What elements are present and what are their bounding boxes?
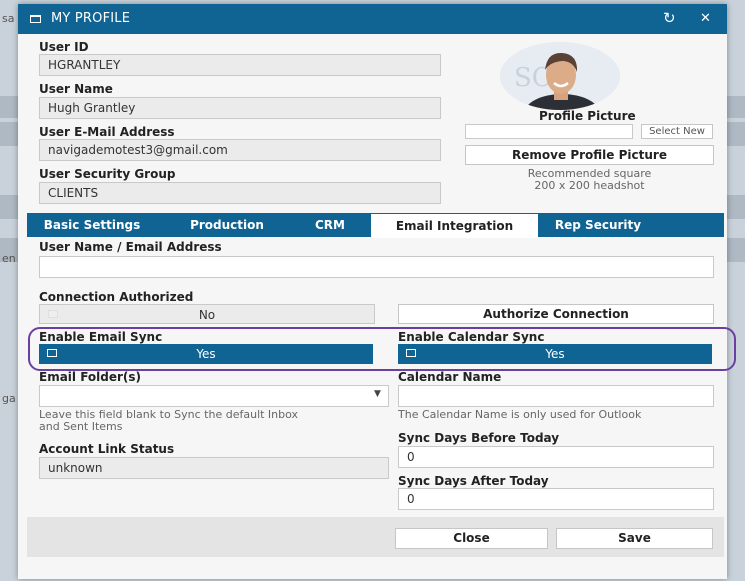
dialog-titlebar: MY PROFILE ↻ ✕ — [18, 4, 727, 34]
enable-calendar-sync-label: Enable Calendar Sync — [398, 330, 545, 344]
tab-email-integration[interactable]: Email Integration — [371, 214, 538, 238]
tab-bar: Basic Settings Production CRM Email Inte… — [27, 213, 724, 238]
connection-authorized-value: No — [198, 308, 216, 322]
email-folders-select[interactable] — [39, 385, 389, 407]
my-profile-dialog: MY PROFILE ↻ ✕ User ID HGRANTLEY User Na… — [18, 4, 727, 579]
tab-rep-security[interactable]: Rep Security — [543, 213, 653, 237]
email-field: navigademotest3@gmail.com — [39, 139, 441, 161]
enable-email-sync-toggle[interactable]: Yes — [39, 344, 373, 364]
account-link-status-field: unknown — [39, 457, 389, 479]
user-id-field: HGRANTLEY — [39, 54, 441, 76]
picture-hint: Recommended square 200 x 200 headshot — [465, 168, 714, 192]
sync-days-after-input[interactable]: 0 — [398, 488, 714, 510]
enable-calendar-sync-value: Yes — [545, 347, 565, 361]
calendar-name-label: Calendar Name — [398, 370, 502, 384]
connection-authorized-label: Connection Authorized — [39, 290, 194, 304]
user-id-label: User ID — [39, 40, 89, 54]
calendar-name-hint: The Calendar Name is only used for Outlo… — [398, 408, 642, 421]
username-email-input[interactable] — [39, 256, 714, 278]
picture-path-field — [465, 124, 633, 139]
tab-crm[interactable]: CRM — [305, 213, 355, 237]
user-name-field: Hugh Grantley — [39, 97, 441, 119]
tab-production[interactable]: Production — [177, 213, 277, 237]
security-group-field: CLIENTS — [39, 182, 441, 204]
profile-picture-label: Profile Picture — [539, 109, 636, 123]
enable-email-sync-label: Enable Email Sync — [39, 330, 163, 344]
email-folders-hint-line2: and Sent Items — [39, 420, 123, 433]
sync-days-before-label: Sync Days Before Today — [398, 431, 560, 445]
email-label: User E-Mail Address — [39, 125, 175, 139]
calendar-name-input[interactable] — [398, 385, 714, 407]
background-text: en — [2, 252, 16, 265]
email-folders-label: Email Folder(s) — [39, 370, 142, 384]
user-name-label: User Name — [39, 82, 113, 96]
email-folders-hint: Leave this field blank to Sync the defau… — [39, 409, 389, 433]
profile-picture: SC — [500, 42, 620, 110]
remove-profile-picture-button[interactable]: Remove Profile Picture — [465, 145, 714, 165]
account-link-status-label: Account Link Status — [39, 442, 175, 456]
save-button[interactable]: Save — [556, 528, 713, 549]
refresh-icon[interactable]: ↻ — [663, 9, 676, 27]
dialog-title: MY PROFILE — [51, 11, 131, 26]
toggle-knob — [48, 310, 58, 318]
tab-basic-settings[interactable]: Basic Settings — [37, 213, 147, 237]
enable-calendar-sync-toggle[interactable]: Yes — [398, 344, 712, 364]
enable-email-sync-value: Yes — [196, 347, 216, 361]
dialog-footer: Close Save — [27, 517, 724, 557]
sync-days-before-input[interactable]: 0 — [398, 446, 714, 468]
chevron-down-icon: ▼ — [374, 389, 381, 399]
background-text: sa — [2, 12, 15, 25]
username-email-label: User Name / Email Address — [39, 240, 222, 254]
sync-days-after-label: Sync Days After Today — [398, 474, 549, 488]
security-group-label: User Security Group — [39, 167, 176, 181]
picture-hint-line2: 200 x 200 headshot — [534, 179, 645, 192]
select-new-button[interactable]: Select New — [641, 124, 713, 139]
toggle-knob — [406, 349, 416, 357]
authorize-connection-button[interactable]: Authorize Connection — [398, 304, 714, 324]
background-text: ga — [2, 392, 16, 405]
close-button[interactable]: Close — [395, 528, 548, 549]
toggle-knob — [47, 349, 57, 357]
close-icon[interactable]: ✕ — [700, 11, 711, 26]
window-icon — [30, 15, 41, 23]
connection-authorized-toggle: No — [39, 304, 375, 324]
